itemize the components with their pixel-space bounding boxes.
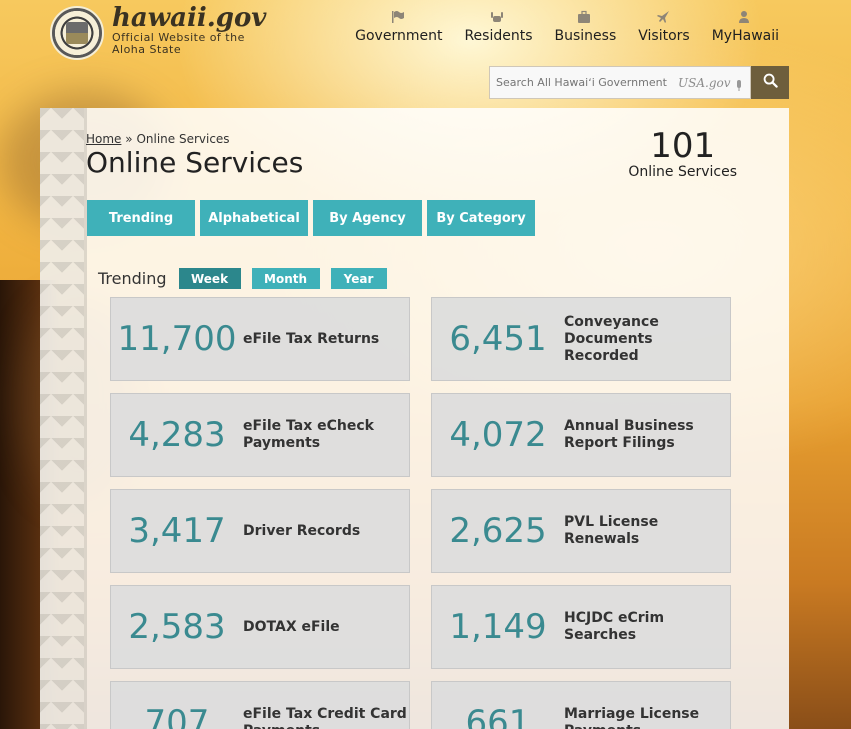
service-count: 4,072 (449, 415, 547, 455)
service-card[interactable]: 6,451 Conveyance Documents Recorded (431, 297, 731, 381)
service-count: 11,700 (117, 319, 237, 359)
trending-label: Trending (98, 269, 167, 288)
service-card[interactable]: 1,149 HCJDC eCrim Searches (431, 585, 731, 669)
service-count: 661 (465, 703, 531, 729)
service-card[interactable]: 2,583 DOTAX eFile (110, 585, 410, 669)
service-name: eFile Tax Returns (243, 330, 380, 347)
flag-icon (391, 10, 407, 24)
service-count: 4,283 (128, 415, 226, 455)
breadcrumb-current: Online Services (136, 132, 230, 146)
search-field-container: USA.gov (489, 66, 751, 99)
breadcrumb-home-link[interactable]: Home (86, 132, 121, 146)
briefcase-icon (577, 10, 593, 24)
search-input[interactable] (496, 76, 676, 89)
main-panel: Home » Online Services Online Services 1… (40, 108, 789, 729)
service-name: Driver Records (243, 522, 361, 539)
service-card[interactable]: 4,283 eFile Tax eCheck Payments (110, 393, 410, 477)
nav-label: Visitors (638, 28, 690, 44)
nav-myhawaii[interactable]: MyHawaii (712, 10, 779, 44)
nav-label: Residents (464, 28, 533, 44)
service-name: eFile Tax eCheck Payments (243, 418, 374, 451)
breadcrumb: Home » Online Services (86, 132, 230, 146)
service-count: 3,417 (128, 511, 226, 551)
nav-residents[interactable]: Residents (464, 10, 533, 44)
microphone-icon[interactable] (735, 77, 743, 91)
service-name: eFile Tax Credit Card Payments (243, 706, 407, 729)
service-card[interactable]: 2,625 PVL License Renewals (431, 489, 731, 573)
service-count: 1,149 (449, 607, 547, 647)
period-month[interactable]: Month (251, 268, 320, 289)
view-tabs: Trending Alphabetical By Agency By Categ… (87, 200, 540, 236)
page-title: Online Services (86, 146, 304, 179)
nav-label: Business (554, 28, 617, 44)
service-name: Marriage License Payments (564, 706, 700, 729)
tab-by-category[interactable]: By Category (427, 200, 535, 236)
state-seal-icon (50, 6, 104, 60)
search-bar: USA.gov (489, 66, 789, 99)
service-card[interactable]: 4,072 Annual Business Report Filings (431, 393, 731, 477)
site-subtitle-line2: Aloha State (112, 43, 182, 56)
services-count-label: Online Services (628, 164, 737, 180)
service-card[interactable]: 707 eFile Tax Credit Card Payments (110, 681, 410, 729)
service-name: PVL License Renewals (564, 514, 659, 547)
service-count: 2,625 (449, 511, 547, 551)
usagov-label: USA.gov (678, 75, 731, 90)
services-count-number: 101 (650, 126, 716, 166)
service-name: Conveyance Documents Recorded (564, 313, 659, 364)
tapa-pattern-border (40, 108, 84, 729)
service-card[interactable]: 11,700 eFile Tax Returns (110, 297, 410, 381)
service-name: HCJDC eCrim Searches (564, 610, 665, 643)
nav-business[interactable]: Business (554, 10, 617, 44)
service-card[interactable]: 3,417 Driver Records (110, 489, 410, 573)
top-navigation: Government Residents Business Visitors M… (333, 10, 779, 44)
search-icon (763, 73, 778, 92)
shaka-hand-icon (490, 10, 506, 24)
tab-alphabetical[interactable]: Alphabetical (200, 200, 308, 236)
service-name: Annual Business Report Filings (564, 418, 694, 451)
tab-trending[interactable]: Trending (87, 200, 195, 236)
period-year[interactable]: Year (330, 268, 387, 289)
nav-visitors[interactable]: Visitors (638, 10, 690, 44)
services-count: 101 Online Services (628, 128, 737, 180)
user-icon (737, 10, 753, 24)
service-count: 707 (144, 703, 210, 729)
tab-by-agency[interactable]: By Agency (313, 200, 422, 236)
nav-label: Government (355, 28, 443, 44)
service-card[interactable]: 661 Marriage License Payments (431, 681, 731, 729)
service-name: DOTAX eFile (243, 618, 340, 635)
site-title: hawaii.gov (112, 3, 267, 33)
nav-label: MyHawaii (711, 28, 779, 44)
service-count: 6,451 (449, 319, 547, 359)
nav-government[interactable]: Government (355, 10, 442, 44)
site-logo[interactable]: hawaii.gov Official Website of the Aloha… (50, 3, 267, 60)
airplane-icon (656, 10, 672, 24)
trending-period-selector: Trending Week Month Year (98, 268, 398, 289)
period-week[interactable]: Week (178, 268, 241, 289)
breadcrumb-separator: » (125, 132, 133, 146)
search-button[interactable] (751, 66, 789, 99)
service-count: 2,583 (128, 607, 226, 647)
